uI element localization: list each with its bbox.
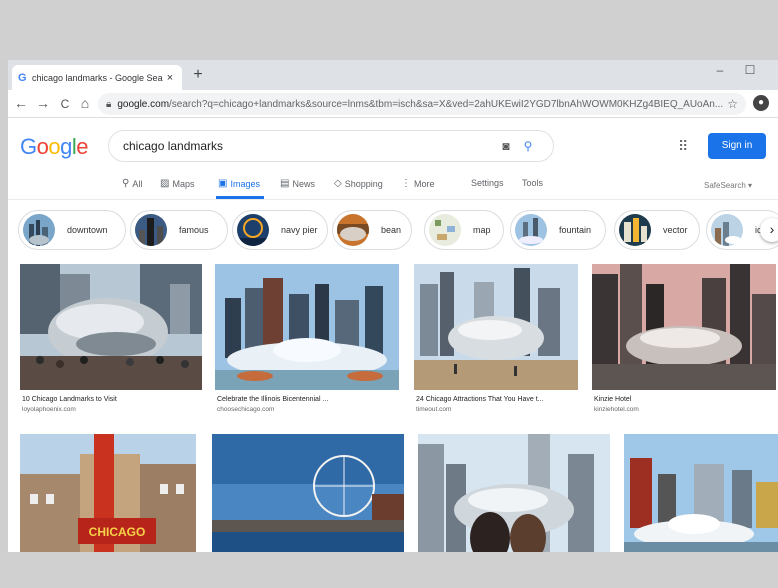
logo-letter: e	[76, 134, 89, 159]
chip-fountain[interactable]: fountain	[510, 210, 606, 250]
logo-letter: o	[36, 134, 49, 159]
chip-vector[interactable]: vector	[614, 210, 700, 250]
chip-thumbnail	[337, 214, 369, 246]
related-search-chips: downtown famous navy pier bean map fount…	[8, 210, 778, 250]
home-icon[interactable]: ⌂	[76, 95, 94, 111]
header-divider	[8, 199, 778, 200]
tab-images[interactable]: ▣ Images	[218, 178, 260, 189]
tab-shopping[interactable]: ◇ Shopping	[334, 178, 383, 189]
reload-icon[interactable]: C	[56, 97, 74, 111]
result-source[interactable]: timeout.com	[416, 406, 451, 413]
map-icon: ▨	[160, 178, 170, 189]
image-result-3[interactable]	[414, 264, 578, 390]
result-caption[interactable]: 24 Chicago Attractions That You Have t..…	[416, 396, 544, 403]
chip-thumbnail	[135, 214, 167, 246]
tab-close-icon[interactable]: ×	[164, 72, 176, 84]
theater-sign-text: CHICAGO	[89, 525, 146, 539]
chip-thumbnail	[515, 214, 547, 246]
address-bar[interactable]: 🔒︎ google.com/search?q=chicago+landmarks…	[98, 93, 746, 115]
browser-window: G chicago landmarks - Google Sea × + – ☐…	[8, 60, 778, 552]
search-menu: ⚲ All ▨ Maps ▣ Images ▤ News ◇ Shopping ⋮ More…	[8, 178, 778, 198]
image-result-5[interactable]: CHICAGO	[20, 434, 196, 552]
tools-link[interactable]: Tools	[522, 178, 543, 188]
browser-toolbar: ← → C ⌂ 🔒︎ google.com/search?q=chicago+l…	[8, 90, 778, 118]
tab-more[interactable]: ⋮ More	[401, 178, 435, 189]
image-result-8[interactable]	[624, 434, 778, 552]
chip-label: map	[473, 225, 491, 235]
chip-thumbnail	[23, 214, 55, 246]
chip-label: downtown	[67, 225, 108, 235]
chip-label: navy pier	[281, 225, 318, 235]
chip-thumbnail	[619, 214, 651, 246]
image-result-6[interactable]	[212, 434, 404, 552]
chip-map[interactable]: map	[424, 210, 504, 250]
tab-title: chicago landmarks - Google Sea	[32, 72, 163, 83]
logo-letter: G	[20, 134, 37, 159]
result-source[interactable]: kinziehotel.com	[594, 406, 639, 413]
news-icon: ▤	[280, 178, 290, 189]
sign-in-button[interactable]: Sign in	[708, 133, 766, 159]
url-text: google.com/search?q=chicago+landmarks&so…	[117, 98, 724, 110]
new-tab-icon[interactable]: +	[188, 66, 208, 84]
camera-icon[interactable]: ◙	[495, 139, 517, 153]
chip-thumbnail	[429, 214, 461, 246]
more-vertical-icon: ⋮	[401, 178, 411, 189]
top-gray-band	[0, 0, 778, 60]
chip-downtown[interactable]: downtown	[18, 210, 126, 250]
logo-letter: g	[60, 134, 72, 159]
chip-label: famous	[179, 225, 209, 235]
image-result-1[interactable]	[20, 264, 202, 390]
bottom-gray-band	[0, 552, 778, 588]
search-icon: ⚲	[122, 178, 130, 189]
chip-thumbnail	[237, 214, 269, 246]
search-box[interactable]: chicago landmarks ◙ ⚲	[108, 130, 554, 162]
chips-next-icon[interactable]: ›	[760, 218, 778, 242]
forward-arrow-icon[interactable]: →	[34, 95, 52, 111]
tag-icon: ◇	[334, 178, 342, 189]
google-logo[interactable]: Google	[20, 134, 89, 160]
back-arrow-icon[interactable]: ←	[12, 95, 30, 111]
profile-icon[interactable]: ●	[753, 95, 769, 111]
tab-strip: G chicago landmarks - Google Sea × + – ☐	[8, 60, 778, 90]
minimize-icon[interactable]: –	[708, 63, 732, 77]
tab-news[interactable]: ▤ News	[280, 178, 315, 189]
google-favicon-icon: G	[18, 71, 27, 84]
result-source[interactable]: loyolaphoenix.com	[22, 406, 76, 413]
result-caption[interactable]: Kinzie Hotel	[594, 396, 631, 403]
image-result-7[interactable]	[418, 434, 610, 552]
bookmark-star-icon[interactable]: ☆	[727, 97, 738, 111]
chip-label: bean	[381, 225, 402, 235]
chip-label: vector	[663, 225, 688, 235]
tab-all[interactable]: ⚲ All	[122, 178, 142, 189]
chip-navy-pier[interactable]: navy pier	[232, 210, 328, 250]
tab-maps[interactable]: ▨ Maps	[160, 178, 194, 189]
tab-chicago-landmarks[interactable]: G chicago landmarks - Google Sea ×	[12, 65, 182, 90]
search-icon[interactable]: ⚲	[517, 139, 539, 153]
image-icon: ▣	[218, 178, 228, 189]
result-caption[interactable]: Celebrate the Illinois Bicentennial ...	[217, 396, 328, 403]
apps-grid-icon[interactable]: ⠿	[678, 138, 688, 155]
chip-famous[interactable]: famous	[130, 210, 228, 250]
search-query-text[interactable]: chicago landmarks	[123, 139, 495, 153]
chip-thumbnail	[711, 214, 743, 246]
maximize-icon[interactable]: ☐	[738, 63, 762, 77]
logo-letter: o	[48, 134, 61, 159]
lock-icon: 🔒︎	[106, 98, 112, 110]
chip-label: fountain	[559, 225, 592, 235]
result-source[interactable]: choosechicago.com	[217, 406, 274, 413]
chip-bean[interactable]: bean	[332, 210, 412, 250]
safesearch-dropdown[interactable]: SafeSearch ▾	[704, 181, 752, 190]
image-result-4[interactable]	[592, 264, 776, 390]
image-result-2[interactable]	[215, 264, 399, 390]
settings-link[interactable]: Settings	[471, 178, 504, 188]
result-caption[interactable]: 10 Chicago Landmarks to Visit	[22, 396, 117, 403]
